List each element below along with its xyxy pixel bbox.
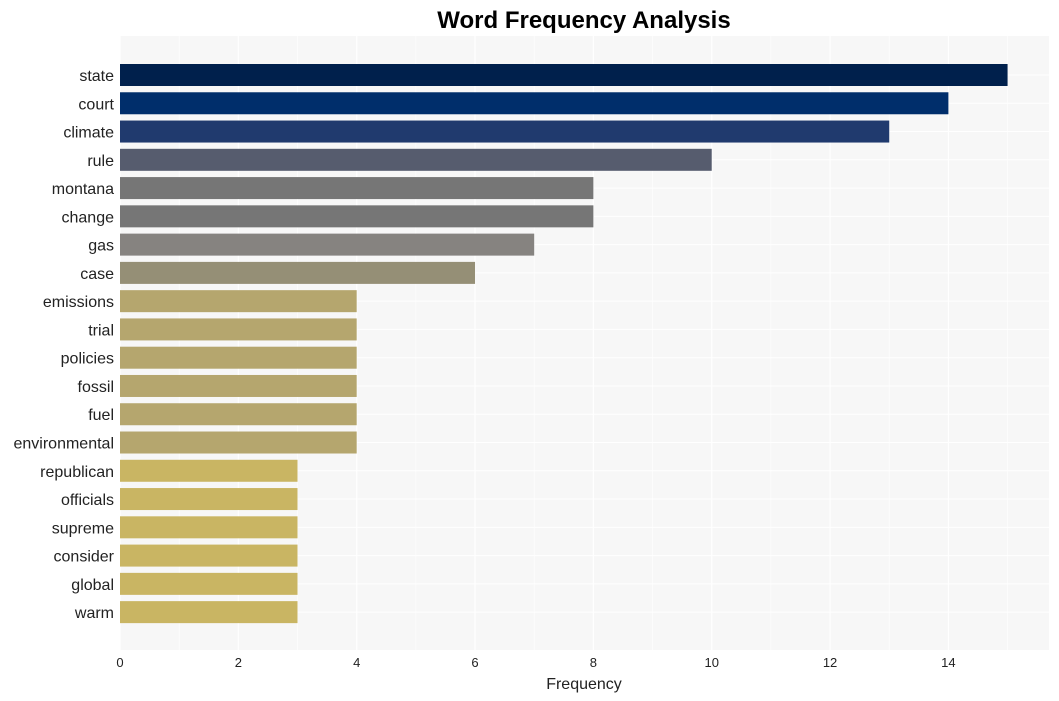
- bar-trial: [120, 318, 357, 341]
- bar-policies: [120, 346, 357, 369]
- y-tick-label-officials: officials: [61, 492, 114, 509]
- y-tick-label-trial: trial: [88, 322, 114, 339]
- word-frequency-chart: Word Frequency Analysis state court climat…: [14, 7, 1049, 693]
- bar-consider: [120, 544, 298, 567]
- y-tick-label-emissions: emissions: [43, 294, 114, 311]
- x-tick-label-0: 0: [116, 655, 123, 670]
- y-tick-label-environmental: environmental: [14, 436, 115, 453]
- y-tick-label-state: state: [79, 68, 114, 85]
- bar-environmental: [120, 431, 357, 454]
- bar-case: [120, 261, 476, 284]
- y-tick-label-fuel: fuel: [88, 407, 114, 424]
- x-tick-label-8: 8: [590, 655, 597, 670]
- y-tick-label-montana: montana: [52, 181, 114, 198]
- y-tick-label-climate: climate: [63, 125, 114, 142]
- bar-warm: [120, 601, 298, 624]
- bar-state: [120, 64, 1008, 86]
- y-axis-tick-labels: state court climate rule montana change gas cas…: [14, 68, 115, 622]
- y-tick-label-change: change: [62, 209, 115, 226]
- bar-fossil: [120, 374, 357, 397]
- x-axis-label: Frequency: [546, 676, 622, 693]
- y-tick-label-court: court: [78, 96, 114, 113]
- y-tick-label-global: global: [71, 577, 114, 594]
- bar-court: [120, 92, 949, 115]
- x-axis-tick-labels: 0 2 4 6 8 10 12 14: [116, 655, 955, 670]
- bar-fuel: [120, 403, 357, 426]
- bar-rule: [120, 148, 712, 171]
- bar-global: [120, 572, 298, 595]
- bar-change: [120, 205, 594, 228]
- y-tick-label-supreme: supreme: [52, 520, 114, 537]
- x-tick-label-4: 4: [353, 655, 360, 670]
- x-tick-label-6: 6: [471, 655, 478, 670]
- y-tick-label-republican: republican: [40, 464, 114, 481]
- x-tick-label-14: 14: [941, 655, 955, 670]
- bar-emissions: [120, 290, 357, 313]
- bar-supreme: [120, 516, 298, 539]
- chart-title: Word Frequency Analysis: [437, 7, 730, 34]
- bar-republican: [120, 459, 298, 482]
- bar-climate: [120, 120, 890, 143]
- x-tick-label-12: 12: [823, 655, 837, 670]
- y-tick-label-fossil: fossil: [78, 379, 114, 396]
- y-tick-label-consider: consider: [54, 549, 115, 566]
- y-tick-label-policies: policies: [61, 351, 114, 368]
- y-tick-label-case: case: [80, 266, 114, 283]
- bar-gas: [120, 233, 535, 256]
- bar-officials: [120, 488, 298, 511]
- y-tick-label-gas: gas: [88, 238, 114, 255]
- y-tick-label-warm: warm: [74, 605, 114, 622]
- bar-montana: [120, 177, 594, 200]
- x-tick-label-10: 10: [704, 655, 718, 670]
- x-tick-label-2: 2: [235, 655, 242, 670]
- y-tick-label-rule: rule: [87, 153, 114, 170]
